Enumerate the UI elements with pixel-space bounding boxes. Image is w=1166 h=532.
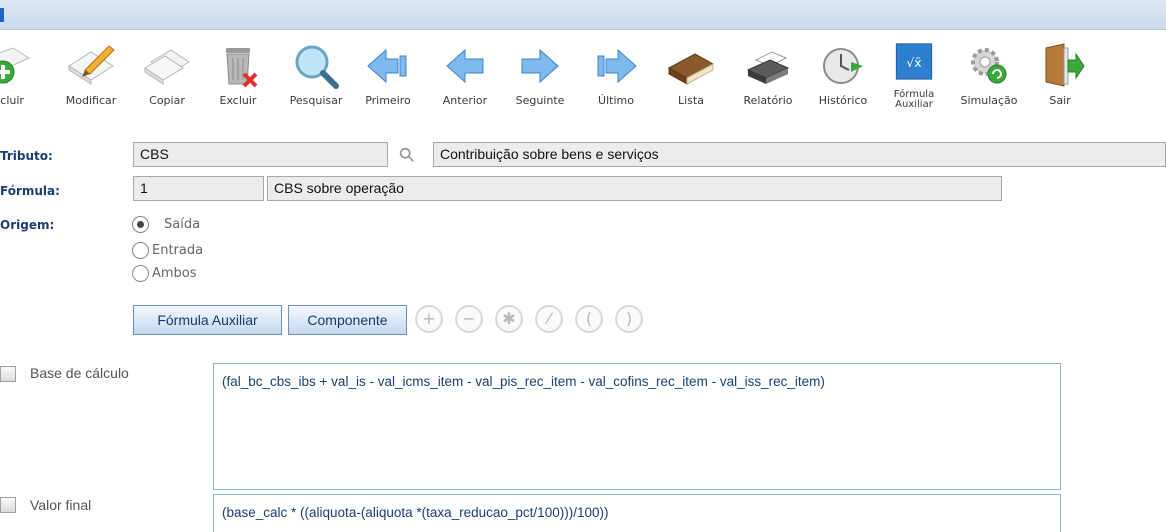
title-bar-marker [0,8,4,22]
tributo-code-field[interactable]: CBS [133,142,388,167]
valor-final-expression[interactable]: (base_calc * ((aliquota-(aliquota *(taxa… [213,494,1061,532]
toolbar-label: Simulação [960,94,1018,107]
formula-description-field: CBS sobre operação [267,176,1002,201]
sqrt-icon: √x̄ [895,43,933,80]
multiply-operator-button[interactable]: ✱ [495,305,523,333]
tributo-label: Tributo: [0,149,53,163]
toolbar-button-formula-auxiliar[interactable]: √x̄ Fórmula Auxiliar [885,36,943,116]
toolbar-label: Lista [678,94,704,107]
radio-button[interactable] [132,242,149,259]
toolbar-label: Excluir [219,94,257,107]
toolbar-label: Copiar [149,94,185,107]
tributo-description-field: Contribuição sobre bens e serviços [433,142,1166,167]
origem-label: Origem: [0,218,55,232]
toolbar-label: Incluir [0,94,24,107]
minus-operator-button[interactable]: − [455,305,483,333]
toolbar-button-seguinte[interactable]: Seguinte [509,36,571,116]
search-icon[interactable] [398,146,416,164]
toolbar-label: Sair [1049,94,1071,107]
base-calculo-label: Base de cálculo [30,365,129,381]
toolbar-button-simulacao[interactable]: Simulação [953,36,1025,116]
toolbar-button-pesquisar[interactable]: Pesquisar [281,36,351,116]
radio-label: Saída [164,217,201,232]
toolbar-label: Anterior [442,94,488,107]
toolbar-label: Último [598,94,634,107]
origem-option-entrada[interactable]: Entrada [132,241,222,261]
first-arrow-icon [367,48,407,84]
valor-final-label: Valor final [30,497,92,513]
next-arrow-icon [521,48,559,84]
svg-text:√x̄: √x̄ [906,56,921,70]
toolbar-button-copiar[interactable]: Copiar [132,36,202,116]
componente-button[interactable]: Componente [288,305,407,335]
toolbar-label: Seguinte [515,94,565,107]
divide-operator-button[interactable]: ⁄ [535,305,563,333]
toolbar-label: Relatório [743,94,793,107]
title-bar [0,0,1166,30]
exit-door-icon [1045,43,1085,87]
toolbar-button-excluir[interactable]: Excluir [206,36,270,116]
formula-code-field[interactable]: 1 [133,176,264,201]
origem-option-saida[interactable]: Saída [132,215,222,235]
plus-operator-button[interactable]: + [415,305,443,333]
base-calculo-expression[interactable]: (fal_bc_cbs_ibs + val_is - val_icms_item… [213,363,1061,490]
toolbar-button-anterior[interactable]: Anterior [434,36,496,116]
printer-icon [746,51,790,84]
radio-button[interactable] [132,265,149,282]
toolbar-button-incluir[interactable]: Incluir [0,36,36,116]
last-arrow-icon [597,48,637,84]
previous-arrow-icon [446,48,484,84]
base-calculo-checkbox[interactable] [0,366,16,382]
gears-icon [971,48,1007,84]
toolbar-label: Pesquisar [289,94,343,107]
toolbar-button-sair[interactable]: Sair [1036,36,1085,116]
search-icon [295,45,339,89]
toolbar-label: Fórmula Auxiliar [893,89,935,110]
add-icon [0,47,31,85]
toolbar-button-lista[interactable]: Lista [660,36,722,116]
toolbar-label: Histórico [818,94,868,107]
toolbar: Incluir Modificar Copiar Excluir [0,30,1166,120]
toolbar-button-primeiro[interactable]: Primeiro [358,36,418,116]
formula-auxiliar-button[interactable]: Fórmula Auxiliar [133,305,282,335]
book-icon [667,53,715,85]
toolbar-button-ultimo[interactable]: Último [586,36,646,116]
toolbar-button-modificar[interactable]: Modificar [56,36,126,116]
close-paren-button[interactable]: ) [615,305,643,333]
toolbar-label: Modificar [65,94,117,107]
copy-icon [144,49,190,85]
history-icon [823,48,863,84]
open-paren-button[interactable]: ( [575,305,603,333]
radio-button[interactable] [132,216,149,233]
radio-label: Entrada [152,243,204,258]
toolbar-button-relatorio[interactable]: Relatório [733,36,803,116]
toolbar-label: Primeiro [365,94,411,107]
origem-option-ambos[interactable]: Ambos [132,264,222,284]
radio-label: Ambos [152,266,197,281]
trash-icon [226,48,258,88]
toolbar-button-historico[interactable]: Histórico [808,36,878,116]
valor-final-checkbox[interactable] [0,497,16,513]
formula-label: Fórmula: [0,184,60,198]
edit-icon [68,45,115,85]
